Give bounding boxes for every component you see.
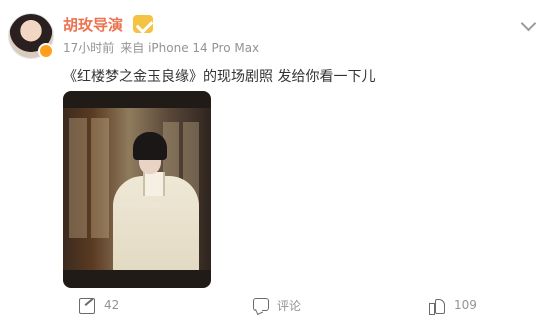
share-button[interactable]: 42 bbox=[78, 296, 119, 314]
figure-hair bbox=[133, 132, 167, 160]
post-meta: 17小时前 来自 iPhone 14 Pro Max bbox=[63, 39, 259, 56]
comment-icon bbox=[251, 296, 269, 314]
author-name[interactable]: 胡玫导演 bbox=[63, 14, 123, 35]
share-count: 42 bbox=[104, 298, 120, 312]
image-watermark: 红楼梦之金玉良缘 bbox=[121, 203, 162, 209]
image-scene: 红楼梦之金玉良缘 bbox=[63, 108, 211, 270]
window-panel bbox=[91, 118, 109, 238]
figure-collar bbox=[143, 172, 165, 196]
chevron-down-icon[interactable] bbox=[520, 18, 536, 28]
post-time[interactable]: 17小时前 bbox=[63, 39, 114, 56]
like-count: 109 bbox=[454, 298, 477, 312]
window-panel bbox=[69, 118, 87, 238]
like-button[interactable]: 109 bbox=[428, 296, 477, 315]
post-text: 《红楼梦之金玉良缘》的现场剧照 发给你看一下儿 bbox=[63, 69, 376, 85]
post-image[interactable]: 红楼梦之金玉良缘 bbox=[63, 91, 211, 288]
post-source: 来自 iPhone 14 Pro Max bbox=[120, 41, 260, 55]
vip-badge-icon bbox=[133, 15, 153, 33]
share-icon bbox=[78, 296, 96, 314]
comment-label: 评论 bbox=[277, 298, 302, 313]
like-icon bbox=[428, 296, 446, 315]
comment-button[interactable]: 评论 bbox=[251, 296, 301, 314]
verified-badge-icon bbox=[38, 43, 54, 59]
